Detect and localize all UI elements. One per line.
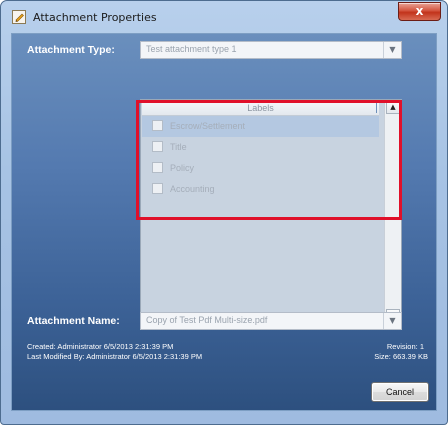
revision-info: Revision: 1 [386, 342, 424, 351]
window-title: Attachment Properties [33, 11, 157, 24]
attachment-name-dropdown[interactable]: Copy of Test Pdf Multi-size.pdf ▼ [140, 312, 402, 330]
size-info: Size: 663.39 KB [374, 352, 428, 361]
cancel-button[interactable]: Cancel [371, 382, 429, 402]
attachment-name-label: Attachment Name: [27, 315, 120, 327]
attachment-type-dropdown[interactable]: Test attachment type 1 ▼ [140, 41, 402, 59]
attachment-type-value: Test attachment type 1 [146, 44, 237, 54]
annotation-highlight-box [136, 100, 402, 220]
edit-document-icon [12, 10, 26, 24]
chevron-down-icon[interactable]: ▼ [383, 313, 401, 329]
attachment-properties-window: Attachment Properties x Attachment Type:… [0, 0, 448, 425]
chevron-down-icon[interactable]: ▼ [383, 42, 401, 58]
last-modified-info: Last Modified By: Administrator 6/5/2013… [27, 352, 203, 361]
attachment-type-label: Attachment Type: [27, 44, 115, 56]
dialog-body: Attachment Type: Test attachment type 1 … [11, 33, 437, 411]
attachment-name-value: Copy of Test Pdf Multi-size.pdf [146, 315, 268, 325]
created-info: Created: Administrator 6/5/2013 2:31:39 … [27, 342, 174, 351]
title-bar[interactable]: Attachment Properties x [1, 1, 447, 31]
close-button[interactable]: x [398, 2, 441, 21]
